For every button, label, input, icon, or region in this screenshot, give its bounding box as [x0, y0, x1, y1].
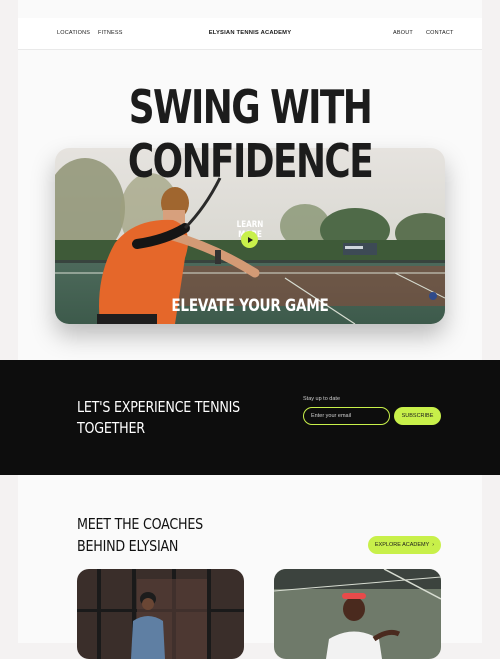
- hero-tagline: ELEVATE YOUR GAME: [171, 296, 329, 316]
- coach-card[interactable]: [274, 569, 441, 659]
- coach-photo: [274, 569, 441, 659]
- email-input[interactable]: Enter your email: [303, 407, 390, 425]
- subscribe-button[interactable]: SUBSCRIBE: [394, 407, 441, 425]
- explore-academy-label: EXPLORE ACADEMY: [374, 542, 430, 548]
- coaches-title-line2: BEHIND ELYSIAN: [77, 537, 179, 555]
- top-nav: LOCATIONS FITNESS ELYSIAN TENNIS ACADEMY…: [18, 18, 482, 50]
- coach-photo: [77, 569, 244, 659]
- nav-link-contact[interactable]: CONTACT: [426, 30, 454, 36]
- coach-card[interactable]: [77, 569, 244, 659]
- page-root: LOCATIONS FITNESS ELYSIAN TENNIS ACADEMY…: [0, 0, 500, 659]
- newsletter-title: LET'S EXPERIENCE TENNIS TOGETHER: [77, 397, 240, 439]
- explore-academy-button[interactable]: EXPLORE ACADEMY ›: [368, 536, 441, 554]
- newsletter-title-line1: LET'S EXPERIENCE TENNIS: [77, 398, 240, 416]
- newsletter-label: Stay up to date: [303, 396, 340, 402]
- hero-title-line1: SWING WITH: [128, 80, 373, 134]
- coaches-title-line1: MEET THE COACHES: [77, 515, 203, 533]
- coaches-title: MEET THE COACHES BEHIND ELYSIAN: [77, 513, 203, 557]
- newsletter-title-line2: TOGETHER: [77, 419, 145, 437]
- nav-link-about[interactable]: ABOUT: [393, 30, 413, 36]
- hero-title-line2: CONFIDENCE: [127, 134, 374, 188]
- chevron-right-icon: ›: [430, 542, 435, 548]
- play-icon[interactable]: [241, 231, 258, 248]
